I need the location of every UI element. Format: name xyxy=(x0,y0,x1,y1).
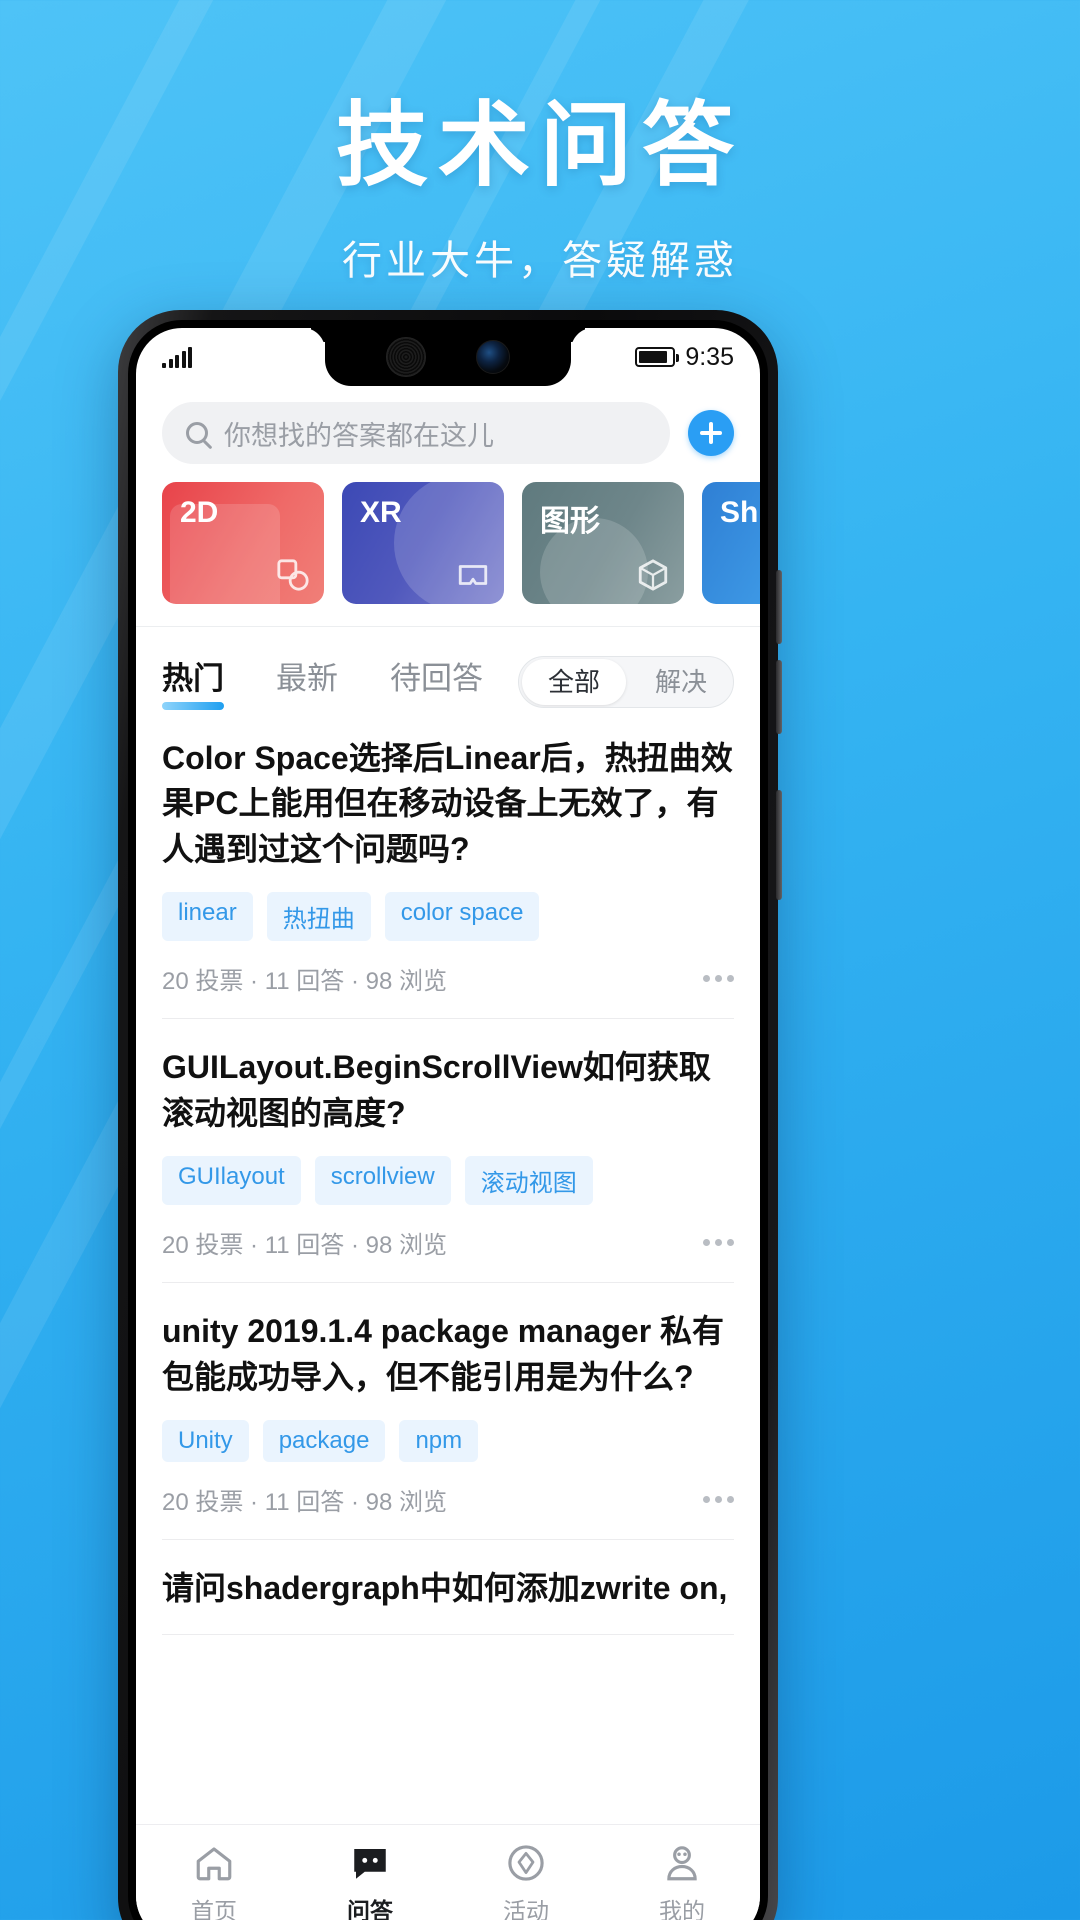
tag[interactable]: GUIlayout xyxy=(162,1156,301,1206)
category-card-list[interactable]: 2D XR 图形 Sh xyxy=(136,482,760,604)
filter-all[interactable]: 全部 xyxy=(521,658,626,705)
phone-mockup: 9:35 你想找的答案都在这儿 2D XR 图形 Sh 热门 最新 待回答 全部… xyxy=(118,310,782,1920)
question-title[interactable]: Color Space选择后Linear后，热扭曲效果PC上能用但在移动设备上无… xyxy=(162,736,734,872)
shapes-icon xyxy=(277,559,309,591)
category-label: XR xyxy=(360,496,402,529)
tag[interactable]: linear xyxy=(162,892,253,942)
promo-banner: 技术问答 行业大牛，答疑解惑 xyxy=(0,0,1080,330)
category-card[interactable]: 2D xyxy=(162,482,324,604)
battery-icon xyxy=(635,347,680,367)
more-options-icon[interactable] xyxy=(703,1496,734,1504)
chat-icon xyxy=(354,1848,386,1879)
category-label: Sh xyxy=(720,496,759,529)
question-item[interactable]: Color Space选择后Linear后，热扭曲效果PC上能用但在移动设备上无… xyxy=(162,710,734,1020)
signal-bars-icon xyxy=(162,346,192,368)
category-label: 图形 xyxy=(540,505,600,538)
question-item[interactable]: unity 2019.1.4 package manager 私有包能成功导入，… xyxy=(162,1283,734,1541)
tab-unanswered[interactable]: 待回答 xyxy=(390,653,483,710)
question-meta: 20 投票 · 11 回答 · 98 浏览 xyxy=(162,1225,734,1260)
category-card[interactable]: XR xyxy=(342,482,504,604)
question-title[interactable]: GUILayout.BeginScrollView如何获取滚动视图的高度? xyxy=(162,1045,734,1136)
nav-item-home[interactable]: 首页 xyxy=(136,1825,292,1920)
tab-hot[interactable]: 热门 xyxy=(162,653,224,710)
search-placeholder: 你想找的答案都在这儿 xyxy=(224,420,494,451)
tag[interactable]: Unity xyxy=(162,1420,249,1463)
earpiece-speaker-icon xyxy=(386,337,426,377)
tab-bar: 热门 最新 待回答 全部 解决 xyxy=(136,626,760,710)
question-list: Color Space选择后Linear后，热扭曲效果PC上能用但在移动设备上无… xyxy=(136,710,760,1635)
list-fade-overlay xyxy=(136,1784,760,1824)
volume-up-button[interactable] xyxy=(776,570,782,644)
nav-label: 我的 xyxy=(659,1897,705,1920)
nav-label: 首页 xyxy=(191,1897,237,1920)
person-icon xyxy=(667,1845,697,1880)
banner-title: 技术问答 xyxy=(335,95,744,197)
power-button[interactable] xyxy=(776,790,782,900)
category-card[interactable]: Sh xyxy=(702,482,760,604)
more-options-icon[interactable] xyxy=(703,1239,734,1247)
tag[interactable]: 热扭曲 xyxy=(266,892,371,942)
diamond-icon xyxy=(508,1844,544,1881)
tag[interactable]: package xyxy=(262,1420,386,1463)
question-item[interactable]: GUILayout.BeginScrollView如何获取滚动视图的高度? GU… xyxy=(162,1019,734,1284)
tag-list: Unity package npm xyxy=(162,1420,734,1463)
tag[interactable]: color space xyxy=(384,892,540,942)
nav-item-qa[interactable]: 问答 xyxy=(292,1825,448,1920)
question-title[interactable]: 请问shadergraph中如何添加zwrite on, xyxy=(162,1566,734,1611)
question-meta: 20 投票 · 11 回答 · 98 浏览 xyxy=(162,961,734,996)
tag[interactable]: npm xyxy=(399,1420,479,1463)
tag-list: linear 热扭曲 color space xyxy=(162,892,734,942)
question-meta: 20 投票 · 11 回答 · 98 浏览 xyxy=(162,1482,734,1517)
search-icon xyxy=(186,422,208,444)
more-options-icon[interactable] xyxy=(703,975,734,983)
banner-subtitle: 行业大牛，答疑解惑 xyxy=(342,239,738,283)
nav-item-activity[interactable]: 活动 xyxy=(448,1825,604,1920)
category-card[interactable]: 图形 xyxy=(522,482,684,604)
nav-label: 活动 xyxy=(503,1897,549,1920)
status-time: 9:35 xyxy=(685,342,734,371)
tag[interactable]: scrollview xyxy=(314,1156,451,1206)
add-question-button[interactable] xyxy=(688,410,734,456)
tab-newest[interactable]: 最新 xyxy=(276,653,338,710)
tag[interactable]: 滚动视图 xyxy=(464,1156,593,1206)
filter-segmented-control[interactable]: 全部 解决 xyxy=(517,655,734,708)
question-title[interactable]: unity 2019.1.4 package manager 私有包能成功导入，… xyxy=(162,1309,734,1400)
tag-list: GUIlayout scrollview 滚动视图 xyxy=(162,1156,734,1206)
nav-label: 问答 xyxy=(347,1897,393,1920)
volume-down-button[interactable] xyxy=(776,660,782,734)
search-input[interactable]: 你想找的答案都在这儿 xyxy=(162,402,670,464)
filter-solved[interactable]: 解决 xyxy=(629,657,733,707)
phone-screen: 9:35 你想找的答案都在这儿 2D XR 图形 Sh 热门 最新 待回答 全部… xyxy=(136,328,760,1920)
front-camera-icon xyxy=(476,340,510,374)
home-icon xyxy=(196,1846,232,1880)
bottom-navigation: 首页 问答 活动 我的 xyxy=(136,1824,760,1920)
phone-notch xyxy=(325,328,571,386)
vr-headset-icon xyxy=(458,565,488,585)
question-stats: 20 投票 · 11 回答 · 98 浏览 xyxy=(162,1489,447,1517)
question-stats: 20 投票 · 11 回答 · 98 浏览 xyxy=(162,1232,447,1260)
cube-icon xyxy=(638,559,668,591)
question-item[interactable]: 请问shadergraph中如何添加zwrite on, xyxy=(162,1540,734,1635)
category-label: 2D xyxy=(180,496,219,529)
search-row: 你想找的答案都在这儿 xyxy=(136,386,760,482)
question-stats: 20 投票 · 11 回答 · 98 浏览 xyxy=(162,968,447,996)
nav-item-profile[interactable]: 我的 xyxy=(604,1825,760,1920)
